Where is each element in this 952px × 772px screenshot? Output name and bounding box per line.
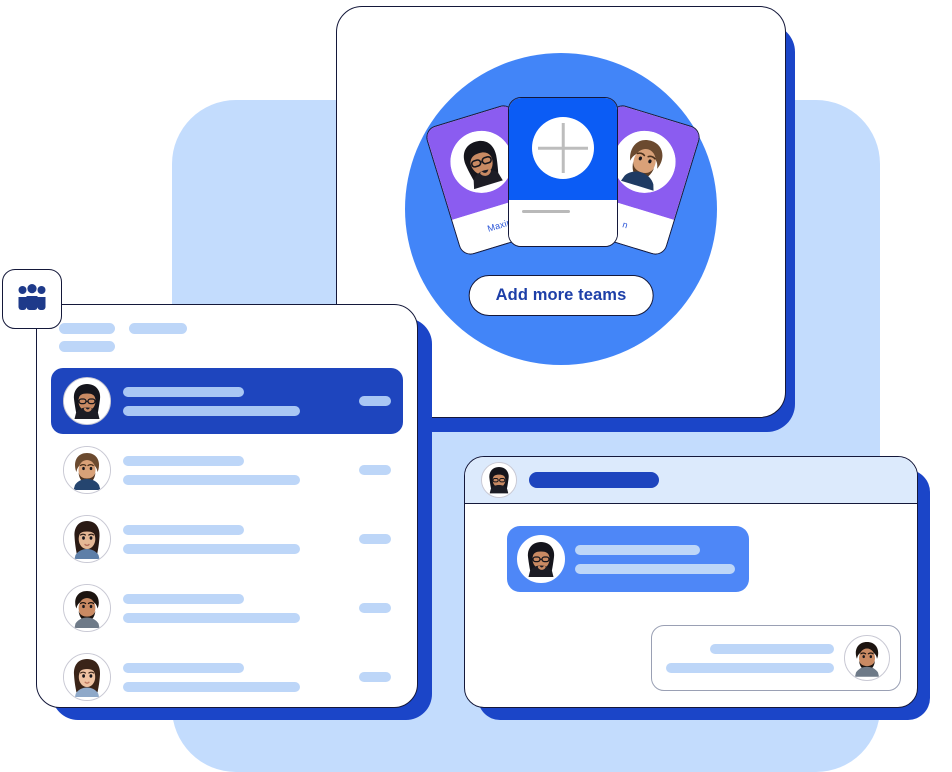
chat-panel [464,456,918,708]
chat-message-text-placeholder [575,544,735,574]
illustration-stage: Maxim n Add more teams [0,0,952,772]
team-card-fan: Maxim n [423,97,703,258]
members-list [37,360,417,707]
teams-app-badge[interactable] [2,269,62,329]
woman-dark-hair-avatar [63,515,111,563]
team-card-add-photo [509,98,617,200]
list-item-trailing-pill [359,396,391,406]
chat-message-text-placeholder [666,643,834,673]
team-card-add-name-area [509,200,617,246]
list-item-line-top [123,524,244,535]
header-placeholder-pill-b [129,323,187,334]
list-item-text-placeholder [123,662,347,692]
chat-message-outgoing[interactable] [651,625,901,691]
chat-message-line-1 [709,643,834,654]
chat-message-list [465,504,917,707]
plus-icon [532,117,594,179]
people-group-icon [16,283,48,315]
list-item-line-bottom [123,681,300,692]
header-placeholder-pill-a [59,323,115,334]
list-panel-header [37,305,417,360]
team-card-add[interactable] [508,97,618,247]
members-list-panel [36,304,418,708]
list-item-text-placeholder [123,386,347,416]
name-placeholder-line [522,210,570,213]
list-item[interactable] [51,437,403,503]
list-item[interactable] [51,368,403,434]
list-item-text-placeholder [123,455,347,485]
list-item-text-placeholder [123,524,347,554]
list-item-line-top [123,455,244,466]
man-beard-brown-hair-avatar [63,446,111,494]
chat-header [465,457,917,504]
list-item-line-top [123,662,244,673]
chat-message-line-2 [666,662,834,673]
list-item-trailing-pill [359,534,391,544]
man-short-beard-avatar [63,584,111,632]
list-item[interactable] [51,644,403,707]
chat-message-line-2 [575,563,735,574]
list-item-trailing-pill [359,603,391,613]
woman-glasses-curly-hair-avatar [63,377,111,425]
header-placeholder-pill-c [59,341,115,352]
list-item-line-top [123,386,244,397]
chat-message-incoming[interactable] [507,526,749,592]
list-item-line-bottom [123,474,300,485]
list-item-text-placeholder [123,593,347,623]
add-more-teams-button[interactable]: Add more teams [468,275,654,316]
list-item-line-bottom [123,405,300,416]
chat-message-line-1 [575,544,700,555]
list-item-line-top [123,593,244,604]
woman-glasses-curly-hair-avatar [517,535,565,583]
list-item-trailing-pill [359,465,391,475]
team-card-right-name: n [621,219,630,231]
list-item-line-bottom [123,612,300,623]
woman-long-brown-hair-avatar [63,653,111,701]
man-short-beard-avatar [844,635,890,681]
list-item[interactable] [51,575,403,641]
list-item[interactable] [51,506,403,572]
list-item-trailing-pill [359,672,391,682]
list-item-line-bottom [123,543,300,554]
chat-title-placeholder [529,472,659,488]
woman-glasses-curly-hair-avatar [481,462,517,498]
